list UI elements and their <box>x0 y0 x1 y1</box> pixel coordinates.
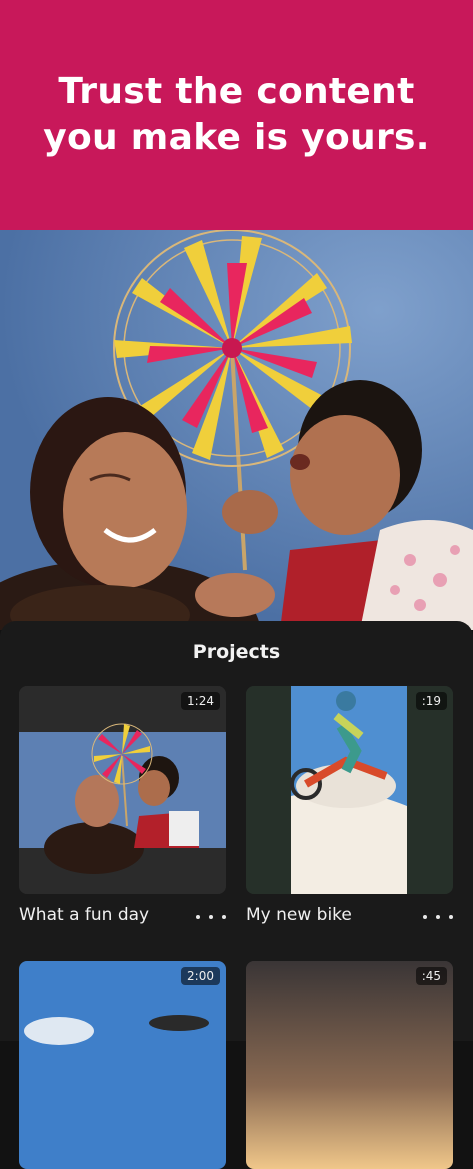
duration-badge: :45 <box>415 967 447 985</box>
duration-badge: 2:00 <box>181 967 220 985</box>
project-card[interactable]: :45 <box>246 961 453 1169</box>
project-card[interactable]: 2:00 <box>19 961 226 1169</box>
hero-banner: Trust the content you make is yours. <box>0 0 473 230</box>
duration-badge: 1:24 <box>181 692 220 710</box>
project-thumbnail <box>246 961 453 1169</box>
more-options-button[interactable] <box>196 907 226 927</box>
hero-photo-illustration <box>0 230 473 630</box>
hero-title: Trust the content you make is yours. <box>43 69 429 161</box>
projects-heading: Projects <box>192 641 281 663</box>
hero-photo <box>0 230 473 630</box>
project-card[interactable]: :19 <box>246 686 453 894</box>
project-thumbnail <box>19 686 226 894</box>
project-card[interactable]: 1:24 <box>19 686 226 894</box>
more-horizontal-icon <box>196 915 200 919</box>
project-thumbnail <box>19 961 226 1169</box>
hero-title-line-2: you make is yours. <box>43 117 430 158</box>
duration-badge: :19 <box>415 692 447 710</box>
project-title: My new bike <box>246 905 352 925</box>
projects-sheet: Projects 1:24 What a fun day:19 My new … <box>0 621 473 1169</box>
more-horizontal-icon <box>423 915 427 919</box>
project-title: What a fun day <box>19 905 150 925</box>
more-options-button[interactable] <box>423 907 453 927</box>
hero-title-line-1: Trust the content <box>58 71 415 112</box>
project-thumbnail <box>246 686 453 894</box>
